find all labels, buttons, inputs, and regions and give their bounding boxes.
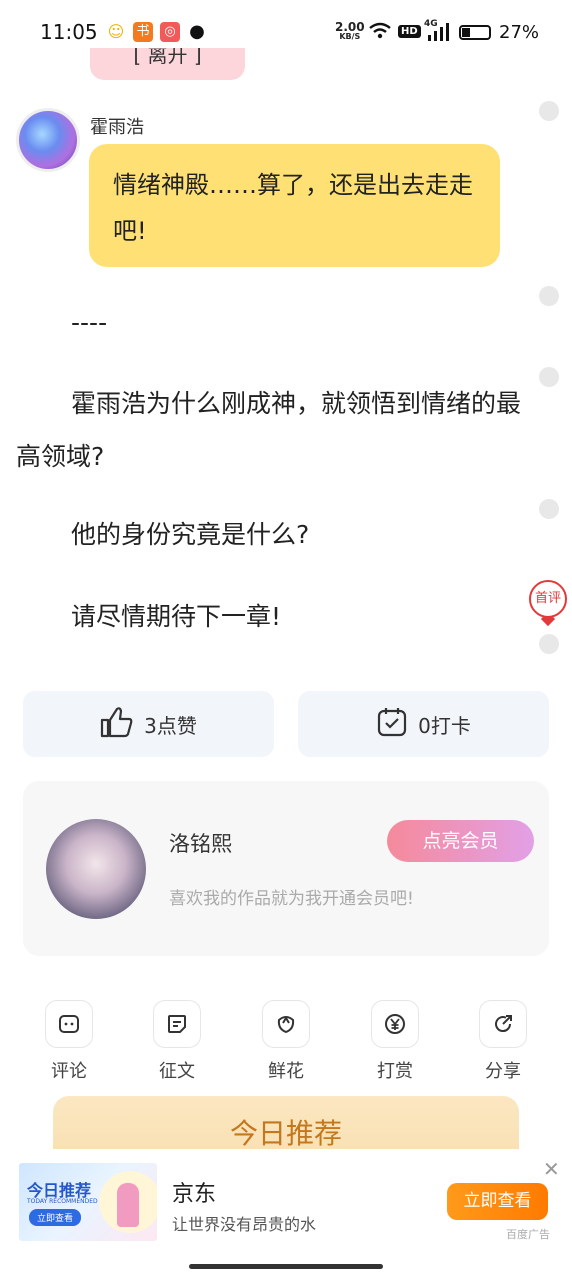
paragraph-comment-dot[interactable] (539, 634, 559, 654)
previous-message-bubble[interactable]: [ 离开 ] (90, 48, 245, 80)
author-tip: 喜欢我的作品就为我开通会员吧! (169, 889, 414, 909)
paragraph-1: 霍雨浩为什么刚成神，就领悟到情绪的最高领域? (16, 377, 526, 483)
wechat-icon: ● (187, 22, 207, 42)
checkin-count: 0打卡 (418, 713, 471, 738)
status-time: 11:05 (40, 20, 98, 44)
essay-icon (153, 1000, 201, 1048)
author-avatar[interactable] (46, 819, 146, 919)
home-indicator[interactable] (189, 1264, 383, 1269)
previous-message-text: [ 离开 ] (133, 48, 202, 67)
ad-image-button: 立即查看 (29, 1209, 82, 1226)
tool-share[interactable]: 分享 (473, 1000, 533, 1083)
share-icon (479, 1000, 527, 1048)
paragraph-comment-dot[interactable] (539, 499, 559, 519)
ad-image-figure (117, 1183, 139, 1227)
sender-name: 霍雨浩 (90, 117, 144, 138)
book-app-icon: 书 (133, 22, 153, 42)
vip-button[interactable]: 点亮会员 (387, 820, 534, 862)
tool-reward-label: 打赏 (377, 1061, 413, 1082)
tool-essay[interactable]: 征文 (147, 1000, 207, 1083)
ad-tag: 百度广告 (506, 1228, 550, 1241)
tool-flower[interactable]: 鲜花 (256, 1000, 316, 1083)
divider-text: ---- (71, 308, 108, 337)
paragraph-comment-dot[interactable] (539, 101, 559, 121)
ad-image-sub: TODAY RECOMMENDED (27, 1198, 98, 1205)
net-speed-unit: KB/S (339, 32, 361, 41)
first-comment-label: 首评 (534, 591, 561, 606)
paragraph-2: 他的身份究竟是什么? (71, 520, 310, 549)
yen-icon (371, 1000, 419, 1048)
game-app-icon: ◎ (160, 22, 180, 42)
tool-comment[interactable]: 评论 (39, 1000, 99, 1083)
paragraph-comment-dot[interactable] (539, 286, 559, 306)
sender-avatar[interactable] (16, 108, 80, 172)
paragraph-comment-dot[interactable] (539, 367, 559, 387)
status-bar: 11:05 ☺ 书 ◎ ● 2.00 KB/S HD 4G 27% (0, 0, 572, 64)
like-count: 3点赞 (144, 713, 197, 738)
hd-badge: HD (398, 25, 421, 38)
thumbs-up-icon (100, 706, 134, 743)
message-text: 情绪神殿……算了，还是出去走走吧! (113, 171, 473, 245)
message-bubble[interactable]: 情绪神殿……算了，还是出去走走吧! (89, 144, 500, 267)
flower-icon (262, 1000, 310, 1048)
tool-comment-label: 评论 (51, 1061, 87, 1082)
tool-flower-label: 鲜花 (268, 1061, 304, 1082)
like-button[interactable]: 3点赞 (23, 691, 274, 757)
battery-percent: 27% (499, 22, 540, 43)
paragraph-3: 请尽情期待下一章! (71, 602, 282, 631)
ad-image[interactable]: 今日推荐 TODAY RECOMMENDED 立即查看 (19, 1163, 157, 1241)
first-comment-badge[interactable]: 首评 (529, 580, 567, 618)
ad-title: 京东 (172, 1182, 217, 1207)
tool-essay-label: 征文 (159, 1061, 195, 1082)
ad-close-icon[interactable]: ✕ (543, 1157, 560, 1181)
calendar-check-icon (376, 706, 408, 743)
checkin-button[interactable]: 0打卡 (298, 691, 549, 757)
comment-icon (45, 1000, 93, 1048)
paragraph-1-text: 霍雨浩为什么刚成神，就领悟到情绪的最高领域? (16, 389, 522, 471)
tool-reward[interactable]: 打赏 (365, 1000, 425, 1083)
ad-view-button[interactable]: 立即查看 (447, 1183, 548, 1220)
tool-share-label: 分享 (485, 1061, 521, 1082)
author-name[interactable]: 洛铭熙 (169, 828, 232, 858)
battery-icon (459, 25, 491, 40)
net-speed-value: 2.00 (335, 20, 365, 34)
ad-description: 让世界没有昂贵的水 (172, 1215, 317, 1234)
wifi-icon (369, 22, 391, 44)
network-speed: 2.00 KB/S (335, 20, 365, 42)
assistant-icon: ☺ (106, 22, 126, 42)
